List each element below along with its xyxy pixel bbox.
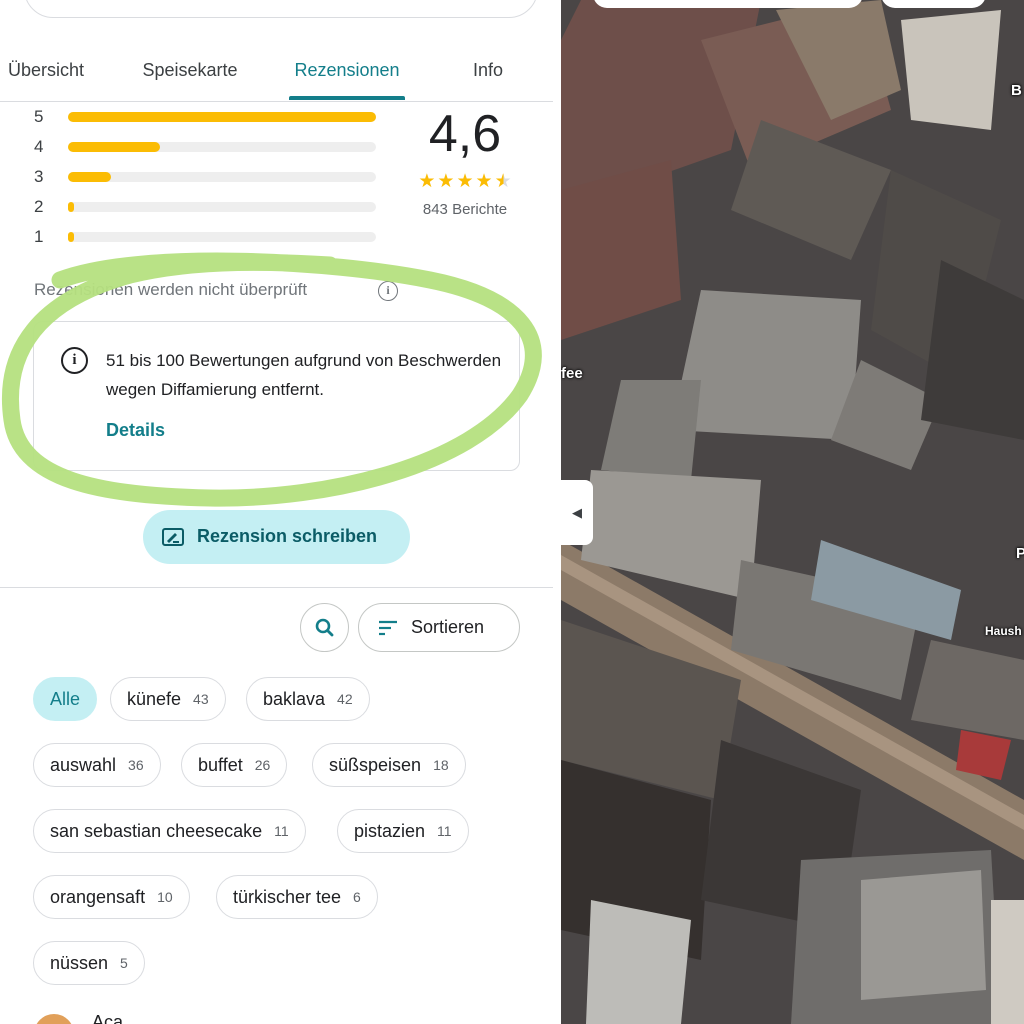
chip-label: nüssen [50, 952, 109, 973]
write-review-icon [162, 528, 184, 546]
map-place-label[interactable]: Haush [985, 624, 1022, 638]
reviews-not-verified-label: Rezensionen werden nicht überprüft [34, 280, 308, 299]
half-star-icon: ★ [494, 171, 512, 192]
map-place-label[interactable]: B [1011, 82, 1022, 99]
chip-count: 36 [128, 757, 144, 773]
histogram-row-3[interactable]: 3 [0, 167, 400, 187]
histogram-track [68, 172, 376, 182]
chip-label: buffet [198, 754, 243, 775]
chip-nussen[interactable]: nüssen 5 [33, 941, 145, 985]
collapse-panel-button[interactable]: ◀ [561, 480, 593, 545]
histogram-fill [68, 202, 75, 212]
chip-label: baklava [263, 688, 326, 709]
chip-count: 5 [120, 955, 128, 971]
chip-auswahl[interactable]: auswahl 36 [33, 743, 161, 787]
map-place-label[interactable]: fee [561, 365, 583, 382]
review-count[interactable]: 843 Berichte [400, 201, 530, 218]
average-rating: 4,6 [428, 105, 502, 163]
histogram-track [68, 112, 376, 122]
search-reviews-button[interactable] [300, 603, 349, 652]
histogram-label: 4 [34, 137, 44, 156]
info-icon[interactable]: i [378, 281, 398, 301]
chip-label: pistazien [354, 820, 426, 841]
write-review-label: Rezension schreiben [197, 526, 378, 546]
chip-orangensaft[interactable]: orangensaft 10 [33, 875, 190, 919]
histogram-row-4[interactable]: 4 [0, 137, 400, 157]
histogram-fill [68, 112, 376, 122]
satellite-map[interactable]: ◀ fee B P Haush [561, 0, 1024, 1024]
histogram-label: 5 [34, 107, 44, 126]
histogram-label: 2 [34, 197, 44, 216]
divider [0, 587, 553, 588]
histogram-track [68, 142, 376, 152]
histogram-row-1[interactable]: 1 [0, 227, 400, 247]
chip-sussspeisen[interactable]: süßspeisen 18 [312, 743, 466, 787]
star-rating: ★ ★ ★ ★ ★ [410, 172, 520, 192]
chip-all[interactable]: Alle [33, 677, 98, 721]
satellite-imagery [561, 0, 1024, 1024]
chip-turkischer-tee[interactable]: türkischer tee 6 [216, 875, 378, 919]
chip-kunefe[interactable]: künefe 43 [110, 677, 226, 721]
tab-info[interactable]: Info [458, 46, 518, 101]
chip-count: 42 [337, 691, 353, 707]
sort-icon [379, 620, 397, 636]
histogram-label: 3 [34, 167, 44, 186]
histogram-fill [68, 232, 75, 242]
histogram-row-5[interactable]: 5 [0, 107, 400, 127]
tab-reviews[interactable]: Rezensionen [282, 46, 412, 101]
chip-label: auswahl [50, 754, 117, 775]
chip-count: 11 [274, 823, 289, 839]
chip-buffet[interactable]: buffet 26 [181, 743, 288, 787]
histogram-fill [68, 172, 112, 182]
histogram-track [68, 202, 376, 212]
map-top-chip[interactable] [593, 0, 863, 8]
chip-count: 26 [254, 757, 271, 773]
chip-baklava[interactable]: baklava 42 [246, 677, 370, 721]
chip-count: 11 [437, 823, 452, 839]
chip-count: 6 [353, 889, 361, 905]
chevron-left-icon: ◀ [572, 505, 582, 520]
avatar[interactable] [34, 1014, 74, 1024]
chip-label: türkischer tee [233, 886, 342, 907]
info-icon: i [61, 347, 88, 374]
notice-text: 51 bis 100 Bewertungen aufgrund von Besc… [106, 351, 502, 399]
map-top-chip[interactable] [881, 0, 986, 8]
chip-san-sebastian-cheesecake[interactable]: san sebastian cheesecake 11 [33, 809, 306, 853]
chip-pistazien[interactable]: pistazien 11 [337, 809, 469, 853]
active-tab-indicator [289, 96, 405, 100]
tab-overview[interactable]: Übersicht [0, 46, 96, 101]
search-icon [315, 618, 334, 637]
tab-bar: Übersicht Speisekarte Rezensionen Info [0, 46, 553, 102]
chip-count: 10 [157, 889, 173, 905]
chip-count: 18 [433, 757, 449, 773]
chip-label: Alle [50, 688, 81, 709]
place-details-panel: Übersicht Speisekarte Rezensionen Info 5… [0, 0, 553, 1024]
sort-label: Sortieren [411, 617, 485, 637]
histogram-row-2[interactable]: 2 [0, 197, 400, 217]
chip-count: 43 [193, 691, 209, 707]
chip-label: süßspeisen [329, 754, 422, 775]
chip-label: orangensaft [50, 886, 146, 907]
write-review-button[interactable]: Rezension schreiben [143, 510, 410, 564]
star-icon: ★ [475, 171, 493, 192]
histogram-track [68, 232, 376, 242]
map-place-label[interactable]: P [1016, 545, 1024, 562]
reviewer-name[interactable]: Aca [92, 1012, 123, 1024]
histogram-label: 1 [34, 227, 44, 246]
search-box[interactable] [24, 0, 538, 18]
sort-button[interactable]: Sortieren [358, 603, 520, 652]
histogram-fill [68, 142, 161, 152]
removed-reviews-notice: i 51 bis 100 Bewertungen aufgrund von Be… [33, 321, 520, 471]
chip-label: san sebastian cheesecake [50, 820, 263, 841]
star-icon: ★ [418, 171, 436, 192]
details-link[interactable]: Details [106, 420, 165, 441]
star-icon: ★ [437, 171, 455, 192]
star-icon: ★ [456, 171, 474, 192]
tab-menu[interactable]: Speisekarte [126, 46, 254, 101]
chip-label: künefe [127, 688, 182, 709]
